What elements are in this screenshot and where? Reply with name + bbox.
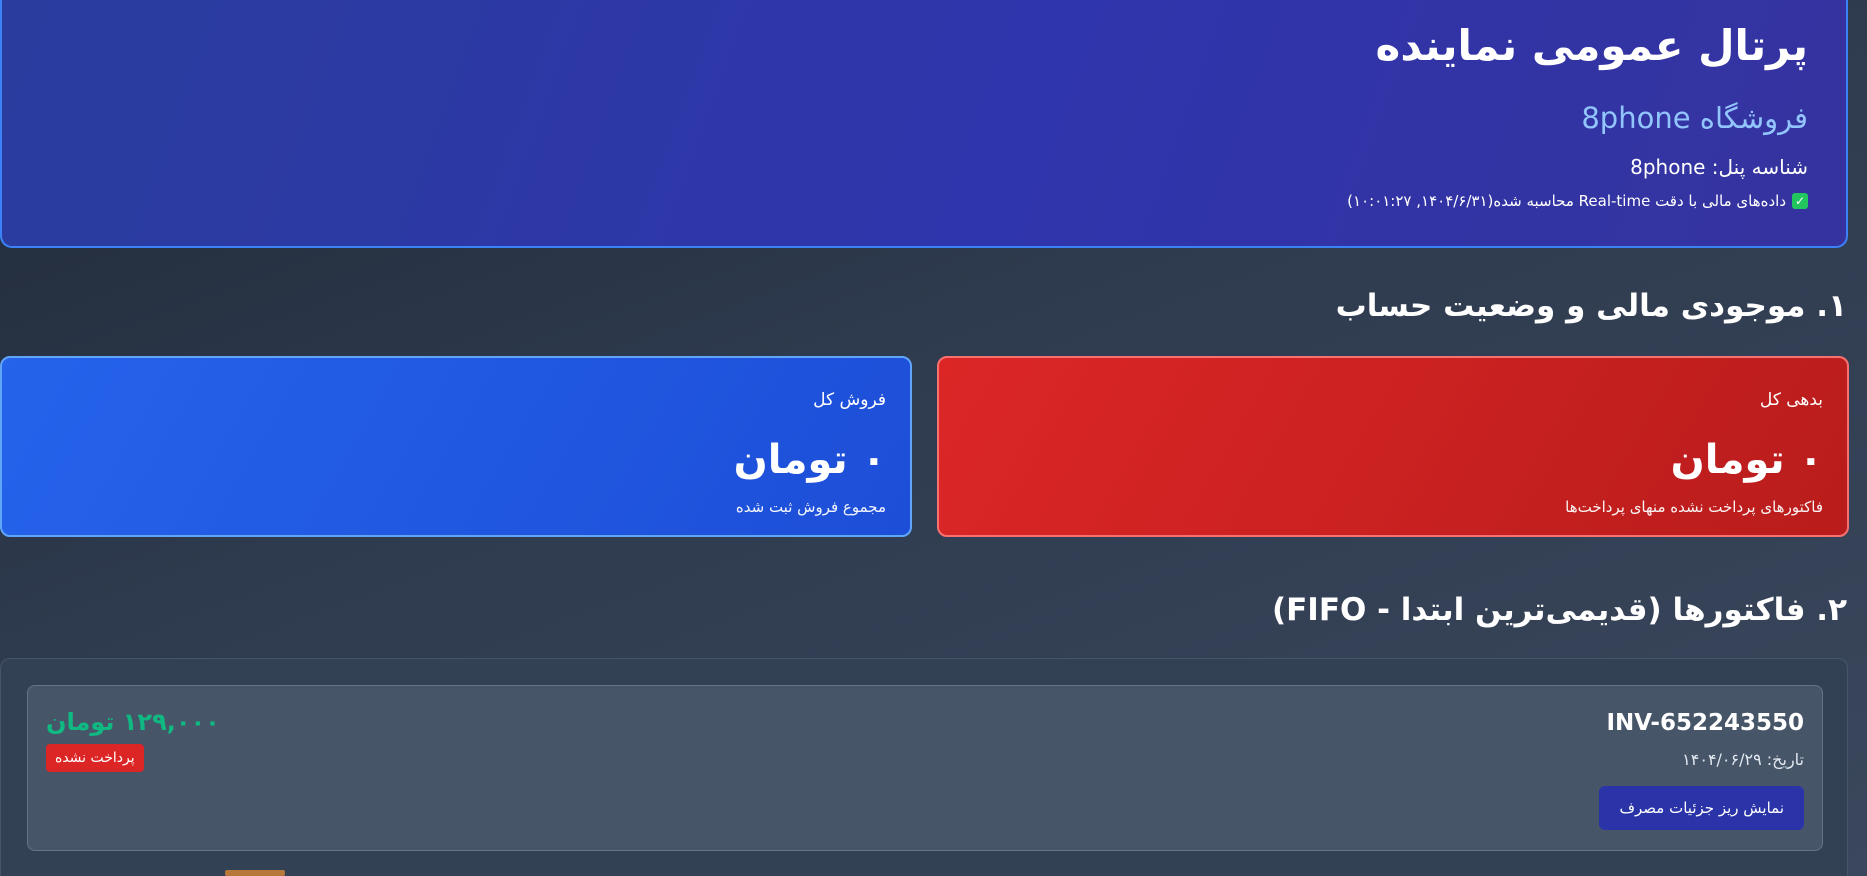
invoice-date: تاریخ: ۱۴۰۴/۰۶/۲۹ bbox=[1682, 750, 1804, 769]
invoice-card: INV-652243550 تاریخ: ۱۴۰۴/۰۶/۲۹ نمایش ری… bbox=[27, 685, 1823, 851]
total-sales-label: فروش کل bbox=[813, 390, 886, 410]
total-debt-value: ۰ تومان bbox=[1670, 437, 1823, 483]
page-title: پرتال عمومی نماینده bbox=[1375, 21, 1808, 70]
invoice-amount: ۱۲۹,۰۰۰ تومان bbox=[46, 708, 220, 736]
invoice-number: INV-652243550 bbox=[1606, 710, 1804, 736]
invoices-panel: INV-652243550 تاریخ: ۱۴۰۴/۰۶/۲۹ نمایش ری… bbox=[0, 658, 1848, 876]
total-debt-label: بدهی کل bbox=[1759, 390, 1823, 410]
store-name: فروشگاه 8phone bbox=[1581, 101, 1808, 135]
total-debt-card: بدهی کل ۰ تومان فاکتورهای پرداخت نشده من… bbox=[937, 356, 1849, 537]
check-icon: ✓ bbox=[1792, 193, 1808, 209]
panel-id: شناسه پنل: 8phone bbox=[1630, 155, 1808, 179]
scrollbar-thumb[interactable] bbox=[225, 870, 285, 876]
realtime-status-text: داده‌های مالی با دقت Real-time محاسبه شد… bbox=[1347, 192, 1786, 210]
total-debt-description: فاکتورهای پرداخت نشده منهای پرداخت‌ها bbox=[1565, 498, 1823, 516]
realtime-status: ✓ داده‌های مالی با دقت Real-time محاسبه … bbox=[40, 192, 1808, 210]
section-invoices-heading: ۲. فاکتورها (قدیمی‌ترین ابتدا - FIFO) bbox=[1271, 592, 1847, 628]
portal-header: پرتال عمومی نماینده فروشگاه 8phone شناسه… bbox=[0, 0, 1848, 248]
show-usage-details-button[interactable]: نمایش ریز جزئیات مصرف bbox=[1599, 786, 1804, 830]
total-sales-value: ۰ تومان bbox=[733, 437, 886, 483]
total-sales-card: فروش کل ۰ تومان مجموع فروش ثبت شده bbox=[0, 356, 912, 537]
total-sales-description: مجموع فروش ثبت شده bbox=[735, 498, 886, 516]
section-financial-heading: ۱. موجودی مالی و وضعیت حساب bbox=[1335, 288, 1847, 324]
status-badge: پرداخت نشده bbox=[46, 744, 144, 772]
